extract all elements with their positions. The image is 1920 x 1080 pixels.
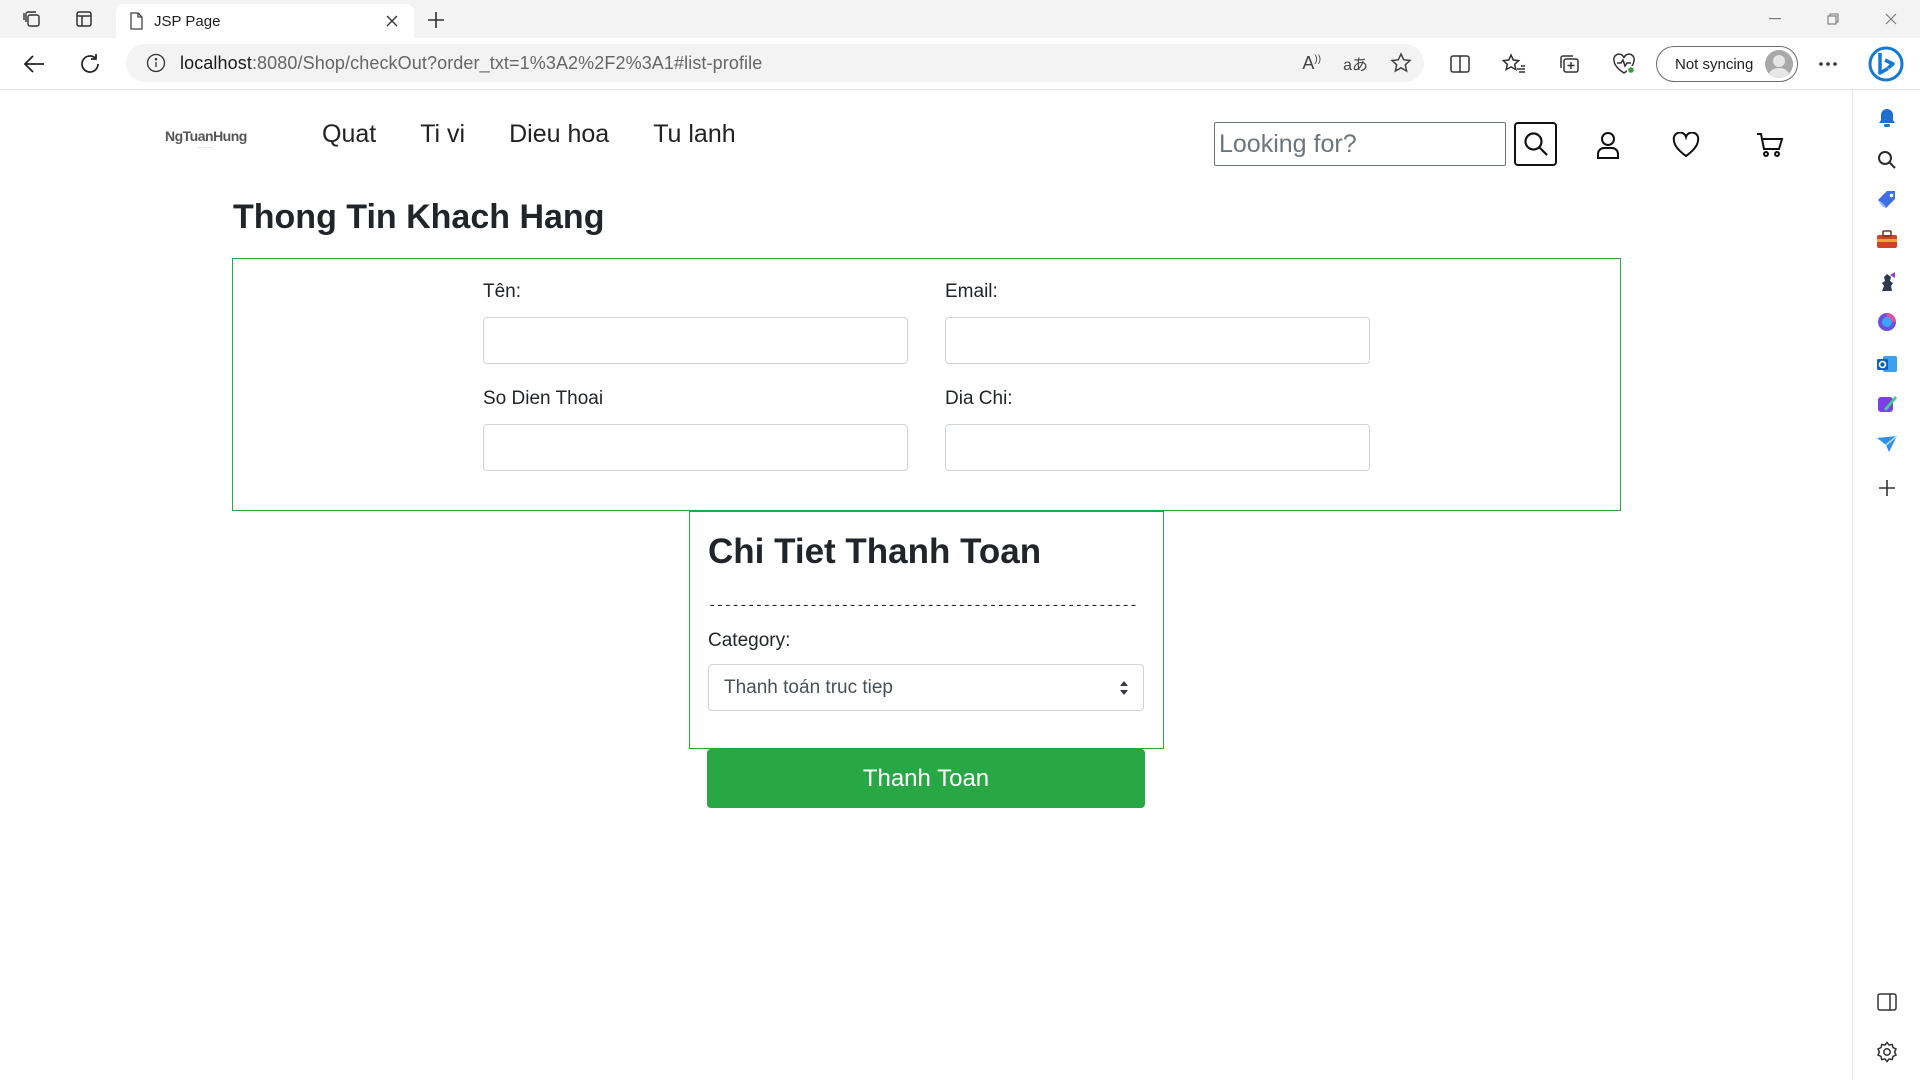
browser-tab-bar: JSP Page [0, 0, 1920, 38]
menu-item-dieu-hoa[interactable]: Dieu hoa [509, 120, 609, 149]
search-icon[interactable] [1873, 146, 1901, 174]
search-button[interactable] [1514, 122, 1557, 166]
category-label: Category: [708, 630, 791, 651]
workspaces-icon[interactable] [14, 4, 50, 34]
phone-label: So Dien Thoai [483, 388, 604, 409]
back-button[interactable] [16, 46, 52, 82]
cart-icon[interactable] [1755, 130, 1785, 160]
web-page: NgTuanHung ——— Quat Ti vi Dieu hoa Tu la… [0, 90, 1852, 1080]
designer-icon[interactable] [1873, 390, 1901, 418]
customer-info-title: Thong Tin Khach Hang [233, 198, 605, 236]
favorites-icon[interactable] [1496, 46, 1532, 82]
split-screen-icon[interactable] [1442, 46, 1478, 82]
phone-field[interactable] [483, 424, 908, 471]
window-controls [1746, 0, 1920, 38]
address-bar[interactable]: localhost:8080/Shop/checkOut?order_txt=1… [126, 44, 1424, 82]
games-chess-icon[interactable] [1873, 268, 1901, 296]
url-text: localhost:8080/Shop/checkOut?order_txt=1… [180, 52, 763, 73]
settings-gear-icon[interactable] [1873, 1038, 1901, 1066]
account-user-icon[interactable] [1593, 130, 1623, 160]
notifications-bell-icon[interactable] [1873, 104, 1901, 132]
site-logo[interactable]: NgTuanHung ——— [165, 128, 247, 149]
read-aloud-icon[interactable]: A)) [1302, 53, 1321, 74]
address-label: Dia Chi: [945, 388, 1013, 409]
email-field[interactable] [945, 317, 1370, 364]
outlook-icon[interactable] [1873, 350, 1901, 378]
name-field[interactable] [483, 317, 908, 364]
tab-title: JSP Page [154, 12, 221, 30]
magnifier-icon [1523, 132, 1548, 156]
payment-details-title: Chi Tiet Thanh Toan [708, 532, 1042, 571]
customer-info-form: Tên: Email: So Dien Thoai Dia Chi: [232, 258, 1621, 511]
page-icon [130, 12, 143, 30]
collections-icon[interactable] [1552, 46, 1588, 82]
shopping-tag-icon[interactable] [1873, 186, 1901, 214]
payment-method-select[interactable]: Thanh toán truc tiep [708, 664, 1144, 711]
send-drop-icon[interactable] [1873, 430, 1901, 458]
main-menu: Quat Ti vi Dieu hoa Tu lanh [322, 120, 736, 149]
plus-icon [428, 12, 444, 28]
payment-details-panel: Chi Tiet Thanh Toan --------------------… [689, 511, 1164, 749]
avatar [1765, 50, 1793, 78]
close-window-button[interactable] [1862, 0, 1920, 38]
select-caret-icon [1120, 681, 1128, 695]
name-label: Tên: [483, 281, 522, 302]
divider-line: ----------------------------------------… [708, 598, 1138, 614]
address-field[interactable] [945, 424, 1370, 471]
browser-tab[interactable]: JSP Page [116, 4, 414, 38]
arrow-left-icon [23, 55, 44, 73]
new-tab-button[interactable] [420, 4, 452, 36]
restore-button[interactable] [1804, 0, 1862, 38]
close-tab-icon[interactable] [382, 11, 402, 31]
browser-essentials-icon[interactable] [1606, 46, 1642, 82]
bing-copilot-button[interactable] [1866, 44, 1906, 84]
refresh-icon [81, 54, 99, 73]
bing-icon [1868, 46, 1904, 82]
vertical-tabs-icon[interactable] [66, 4, 102, 34]
menu-item-tivi[interactable]: Ti vi [420, 120, 465, 149]
refresh-button[interactable] [72, 46, 108, 82]
more-options-icon[interactable] [1810, 46, 1846, 82]
email-label: Email: [945, 281, 998, 302]
address-bar-row: localhost:8080/Shop/checkOut?order_txt=1… [0, 38, 1920, 90]
microsoft-365-icon[interactable] [1873, 308, 1901, 336]
favorite-star-icon[interactable] [1390, 52, 1412, 74]
selected-option-text: Thanh toán truc tiep [724, 676, 893, 698]
menu-item-quat[interactable]: Quat [322, 120, 376, 149]
translate-icon[interactable]: aあ [1343, 51, 1368, 75]
minimize-button[interactable] [1746, 0, 1804, 38]
hide-sidebar-icon[interactable] [1873, 988, 1901, 1016]
profile-sync-button[interactable]: Not syncing [1656, 46, 1798, 82]
sync-status-label: Not syncing [1675, 55, 1754, 73]
edge-sidebar [1852, 90, 1920, 1080]
tools-briefcase-icon[interactable] [1873, 226, 1901, 254]
wishlist-heart-icon[interactable] [1671, 130, 1701, 160]
info-icon [146, 53, 166, 73]
menu-item-tu-lanh[interactable]: Tu lanh [653, 120, 735, 149]
checkout-button[interactable]: Thanh Toan [707, 749, 1145, 808]
add-sidebar-app-icon[interactable] [1873, 474, 1901, 502]
search-input[interactable] [1214, 122, 1506, 166]
